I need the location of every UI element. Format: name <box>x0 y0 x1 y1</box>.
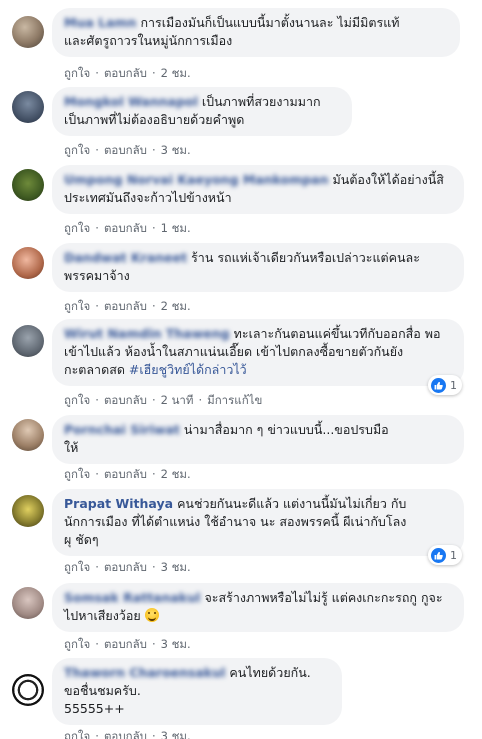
comment-author[interactable]: Mua Lamn <box>64 14 136 32</box>
comment-text: มันต้องให้ได้อย่างนี้สิ <box>332 172 444 187</box>
timestamp[interactable]: 3 ชม. <box>161 559 191 577</box>
comment-actions: ถูกใจ · ตอบกลับ · 3 ชม. <box>64 142 191 160</box>
reaction-count[interactable]: 1 <box>428 375 462 395</box>
comment-author[interactable]: Prapat Withaya <box>64 495 173 513</box>
comment-text: จะสร้างภาพหรือไม่ไม่รู้ แต่คงเกะกะรถกู ก… <box>204 590 443 605</box>
hashtag-link[interactable]: #เฮียชูวิทย์ได้กล่าวไว้ <box>129 362 247 377</box>
thumbs-up-icon <box>431 377 446 393</box>
avatar[interactable] <box>12 419 44 451</box>
smiling-face-emoji-icon <box>144 608 159 622</box>
comment-text: ร้าน รถแห่เจ้าเดียวกันหรือเปล่าวะแต่คนละ <box>191 250 420 265</box>
like-link[interactable]: ถูกใจ <box>64 636 90 654</box>
comment-text: ประเทศมันถึงจะก้าวไปข้างหน้า <box>64 190 232 205</box>
reaction-number: 1 <box>450 548 457 562</box>
avatar[interactable] <box>12 169 44 201</box>
comment-text: ผุ ชัดๆ <box>64 532 99 547</box>
reply-link[interactable]: ตอบกลับ <box>104 65 147 83</box>
comment-author[interactable]: Wirut Namdin Thaweng <box>64 325 230 343</box>
avatar[interactable] <box>12 247 44 279</box>
comment-text: ขอชื่นชมครับ. <box>64 683 141 698</box>
comment-bubble: Prapat Withaya คนช่วยกันนะดีแล้ว แต่งานนี… <box>52 489 464 556</box>
comment-bubble: Thaworn Charoensakul คนไทยด้วยกัน. ขอชื่น… <box>52 658 342 725</box>
like-link[interactable]: ถูกใจ <box>64 392 90 410</box>
reaction-count[interactable]: 1 <box>428 545 462 565</box>
comment-author[interactable]: Somsak Rattanakul <box>64 589 200 607</box>
reply-link[interactable]: ตอบกลับ <box>104 220 147 238</box>
comment-actions: ถูกใจ · ตอบกลับ · 1 ชม. <box>64 220 191 238</box>
like-link[interactable]: ถูกใจ <box>64 466 90 484</box>
reply-link[interactable]: ตอบกลับ <box>104 728 147 739</box>
comment-actions: ถูกใจ · ตอบกลับ · 3 ชม. <box>64 636 191 654</box>
timestamp[interactable]: 2 นาที <box>161 392 194 410</box>
timestamp[interactable]: 2 ชม. <box>161 466 191 484</box>
reply-link[interactable]: ตอบกลับ <box>104 636 147 654</box>
avatar[interactable] <box>12 674 44 706</box>
timestamp[interactable]: 3 ชม. <box>161 728 191 739</box>
comment-bubble: Pornchai Siriwat น่ามาสื่อมาก ๆ ข่าวแบบนี… <box>52 415 464 464</box>
comment-text: พรรคมาจ้าง <box>64 268 130 283</box>
comment-text: คนไทยด้วยกัน. <box>229 665 311 680</box>
edited-label[interactable]: มีการแก้ไข <box>207 392 262 410</box>
comment-actions: ถูกใจ · ตอบกลับ · 2 ชม. <box>64 298 191 316</box>
comment-author[interactable]: Mongkol Wannapol <box>64 93 198 111</box>
comment-actions: ถูกใจ · ตอบกลับ · 3 ชม. <box>64 728 191 739</box>
comment-text: การเมืองมันก็เป็นแบบนี้มาตั้งนานละ ไม่มี… <box>140 15 400 30</box>
avatar[interactable] <box>12 325 44 357</box>
comment-text: นักการเมือง ที่ได้ตำแหน่ง ใช้อำนาจ นะ สอ… <box>64 514 407 529</box>
comment-thread: Mua Lamn การเมืองมันก็เป็นแบบนี้มาตั้งนาน… <box>0 0 482 739</box>
like-link[interactable]: ถูกใจ <box>64 65 90 83</box>
comment-bubble: Umpong Norvai Kaeyong Mankompan มันต้องให… <box>52 165 464 214</box>
timestamp[interactable]: 1 ชม. <box>161 220 191 238</box>
avatar[interactable] <box>12 16 44 48</box>
timestamp[interactable]: 3 ชม. <box>161 636 191 654</box>
comment-author[interactable]: Thaworn Charoensakul <box>64 664 225 682</box>
like-link[interactable]: ถูกใจ <box>64 220 90 238</box>
comment-author[interactable]: Umpong Norvai Kaeyong Mankompan <box>64 171 329 189</box>
comment-actions: ถูกใจ · ตอบกลับ · 3 ชม. <box>64 559 191 577</box>
comment-actions: ถูกใจ · ตอบกลับ · 2 ชม. <box>64 466 191 484</box>
timestamp[interactable]: 2 ชม. <box>161 65 191 83</box>
like-link[interactable]: ถูกใจ <box>64 142 90 160</box>
thumbs-up-icon <box>431 547 446 563</box>
reaction-number: 1 <box>450 378 457 392</box>
comment-author[interactable]: Pornchai Siriwat <box>64 421 180 439</box>
avatar[interactable] <box>12 91 44 123</box>
comment-text: ไปหาเสียงว้อย <box>64 608 141 623</box>
reply-link[interactable]: ตอบกลับ <box>104 298 147 316</box>
comment-bubble: Mua Lamn การเมืองมันก็เป็นแบบนี้มาตั้งนาน… <box>52 8 460 57</box>
comment-bubble: Dandwat Kraneet ร้าน รถแห่เจ้าเดียวกันหรื… <box>52 243 464 292</box>
comment-author[interactable]: Dandwat Kraneet <box>64 249 187 267</box>
timestamp[interactable]: 3 ชม. <box>161 142 191 160</box>
comment-text: กะตลาดสด <box>64 362 129 377</box>
comment-bubble: Somsak Rattanakul จะสร้างภาพหรือไม่ไม่รู้… <box>52 583 464 632</box>
comment-text: คนช่วยกันนะดีแล้ว แต่งานนี้มันไม่เกี่ยว … <box>177 496 407 511</box>
comment-actions: ถูกใจ · ตอบกลับ · 2 ชม. <box>64 65 191 83</box>
comment-text: น่ามาสื่อมาก ๆ ข่าวแบบนี้...ขอปรบมือ <box>183 422 389 437</box>
comment-text: ทะเลาะกันตอนแค่ขึ้นเวทีกับออกสื่อ พอ <box>233 326 441 341</box>
like-link[interactable]: ถูกใจ <box>64 728 90 739</box>
reply-link[interactable]: ตอบกลับ <box>104 392 147 410</box>
comment-text: และศัตรูถาวรในหมู่นักการเมือง <box>64 33 233 48</box>
comment-text: ให้ <box>64 440 79 455</box>
avatar[interactable] <box>12 495 44 527</box>
comment-text: เข้าไปแล้ว ห้องน้ำในสภาแน่นเอี๊ยด เข้าไป… <box>64 344 404 359</box>
comment-bubble: Wirut Namdin Thaweng ทะเลาะกันตอนแค่ขึ้นเ… <box>52 319 464 386</box>
comment-text: เป็นภาพที่สวยงามมาก <box>201 94 321 109</box>
reply-link[interactable]: ตอบกลับ <box>104 142 147 160</box>
comment-actions: ถูกใจ · ตอบกลับ · 2 นาที · มีการแก้ไข <box>64 392 262 410</box>
like-link[interactable]: ถูกใจ <box>64 559 90 577</box>
timestamp[interactable]: 2 ชม. <box>161 298 191 316</box>
reply-link[interactable]: ตอบกลับ <box>104 466 147 484</box>
comment-bubble: Mongkol Wannapol เป็นภาพที่สวยงามมาก เป็น… <box>52 87 352 136</box>
comment-text: 55555++ <box>64 701 125 716</box>
like-link[interactable]: ถูกใจ <box>64 298 90 316</box>
reply-link[interactable]: ตอบกลับ <box>104 559 147 577</box>
avatar[interactable] <box>12 587 44 619</box>
comment-text: เป็นภาพที่ไม่ต้องอธิบายด้วยคำพูด <box>64 112 245 127</box>
